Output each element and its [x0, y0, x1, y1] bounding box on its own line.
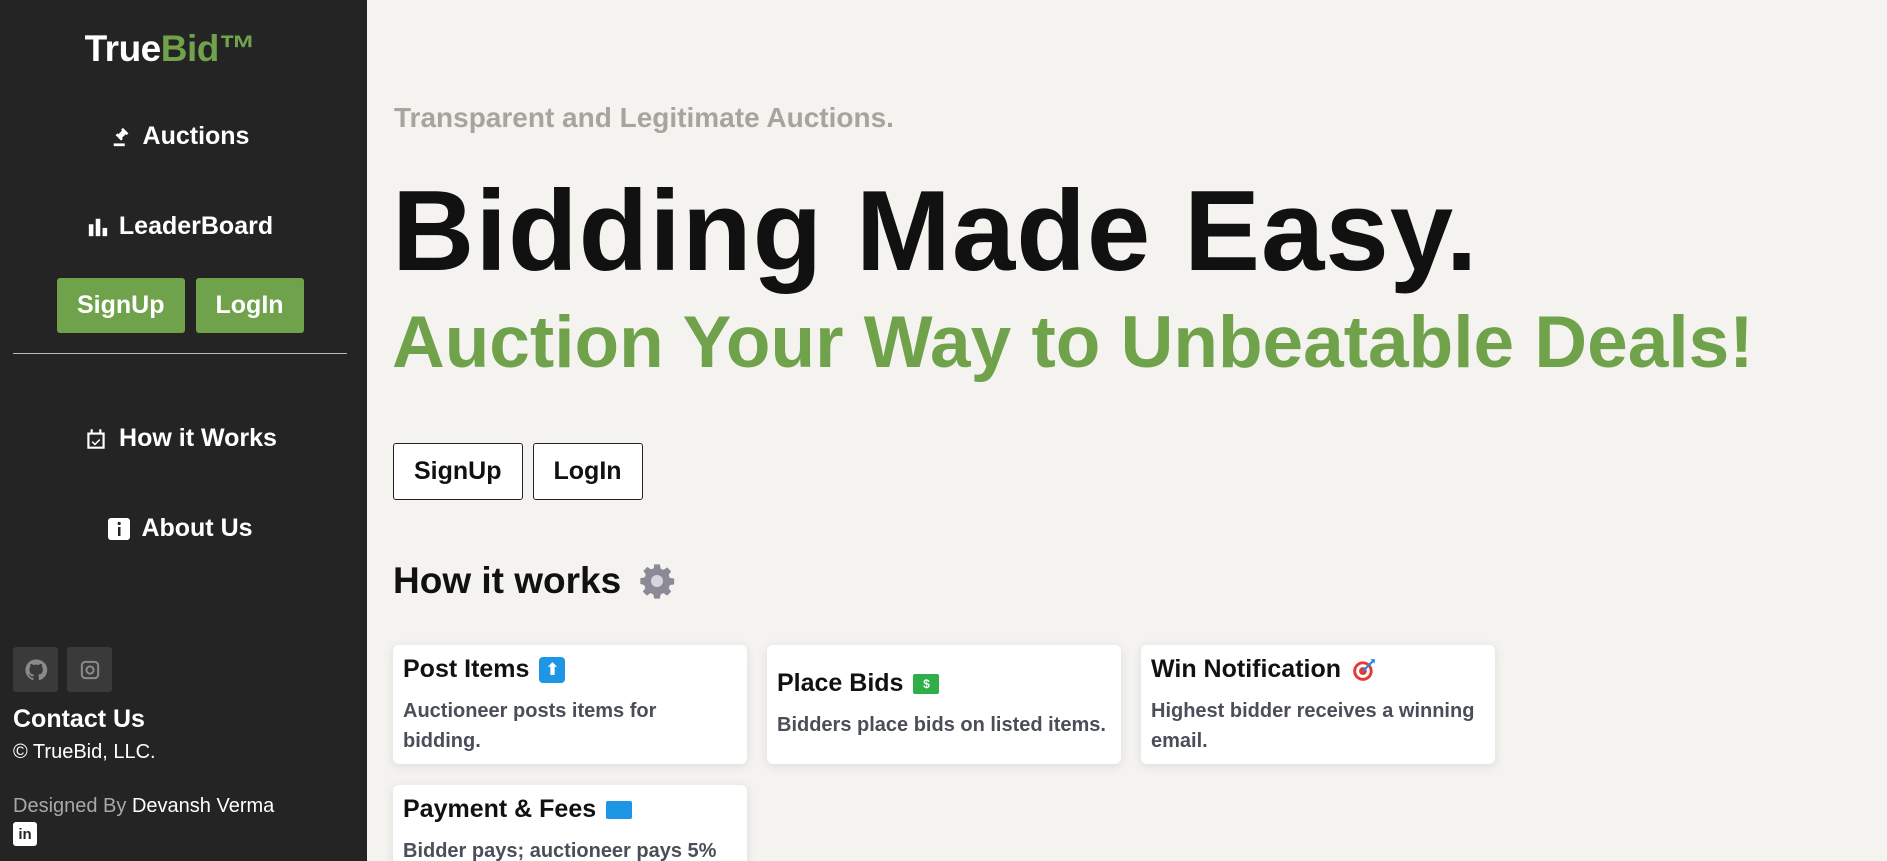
- card-place-bids: Place Bids $ Bidders place bids on liste…: [767, 645, 1121, 764]
- nav-about-us[interactable]: About Us: [0, 514, 360, 543]
- card-place-bids-desc: Bidders place bids on listed items.: [777, 714, 1106, 736]
- nav-leaderboard[interactable]: LeaderBoard: [0, 212, 360, 241]
- hero-subheadline: Auction Your Way to Unbeatable Deals!: [392, 302, 1754, 383]
- bar-chart-icon: [88, 218, 108, 236]
- credit-card-icon: [606, 800, 633, 819]
- card-payment-fees-title: Payment & Fees: [403, 795, 597, 823]
- linkedin-link[interactable]: in: [13, 822, 37, 846]
- nav-how-it-works[interactable]: How it Works: [0, 424, 360, 453]
- card-win-notification-desc: Highest bidder receives a winning email.: [1151, 700, 1475, 752]
- instagram-link[interactable]: [67, 647, 112, 692]
- designed-by: Designed By Devansh Verma: [13, 795, 274, 818]
- card-win-notification: Win Notification Highest bidder receives…: [1141, 645, 1495, 764]
- hero-login-button[interactable]: LogIn: [532, 443, 643, 500]
- hero-tagline: Transparent and Legitimate Auctions.: [394, 102, 894, 133]
- copyright-text: © TrueBid, LLC.: [13, 741, 156, 763]
- social-links: [13, 647, 112, 692]
- github-icon: [24, 658, 47, 680]
- gear-icon: [640, 564, 675, 599]
- hero-headline: Bidding Made Easy.: [392, 168, 1479, 295]
- calendar-check-icon: [87, 428, 105, 449]
- nav-auctions[interactable]: Auctions: [0, 122, 360, 151]
- nav-auctions-label: Auctions: [142, 122, 250, 150]
- designer-name-link[interactable]: Devansh Verma: [132, 795, 274, 817]
- instagram-icon: [80, 660, 99, 679]
- up-arrow-icon: ⬆: [539, 656, 566, 683]
- designed-by-label: Designed By: [13, 795, 127, 817]
- money-icon: $: [913, 673, 940, 694]
- target-icon: [1353, 658, 1375, 681]
- card-payment-fees: Payment & Fees Bidder pays; auctioneer p…: [393, 785, 747, 861]
- sidebar-signup-button[interactable]: SignUp: [57, 278, 185, 333]
- contact-us-title: Contact Us: [13, 705, 145, 733]
- logo-part-1: True: [84, 28, 162, 69]
- card-place-bids-title: Place Bids: [777, 669, 904, 697]
- linkedin-icon: in: [18, 825, 32, 843]
- nav-about-us-label: About Us: [141, 514, 253, 542]
- card-post-items-title: Post Items: [403, 655, 530, 683]
- sidebar-divider: [13, 353, 347, 354]
- how-it-works-heading: How it works: [393, 560, 677, 602]
- logo[interactable]: TrueBid™: [0, 28, 340, 70]
- nav-leaderboard-label: LeaderBoard: [118, 212, 274, 240]
- hero-auth-buttons: SignUp LogIn: [393, 443, 643, 500]
- sidebar-login-button[interactable]: LogIn: [195, 278, 304, 333]
- info-icon: [108, 517, 131, 540]
- card-post-items-desc: Auctioneer posts items for bidding.: [403, 700, 657, 752]
- how-it-works-title: How it works: [393, 560, 622, 601]
- github-link[interactable]: [13, 647, 58, 692]
- hero-signup-button[interactable]: SignUp: [393, 443, 523, 500]
- card-payment-fees-desc: Bidder pays; auctioneer pays 5%: [403, 840, 717, 861]
- nav-how-it-works-label: How it Works: [119, 424, 277, 452]
- logo-part-2: Bid™: [160, 28, 256, 69]
- card-post-items: Post Items ⬆ Auctioneer posts items for …: [393, 645, 747, 764]
- gavel-icon: [113, 127, 128, 146]
- card-win-notification-title: Win Notification: [1151, 655, 1342, 683]
- sidebar: TrueBid™ Auctions LeaderBoard SignUp Log…: [0, 0, 367, 861]
- sidebar-auth-buttons: SignUp LogIn: [57, 278, 304, 333]
